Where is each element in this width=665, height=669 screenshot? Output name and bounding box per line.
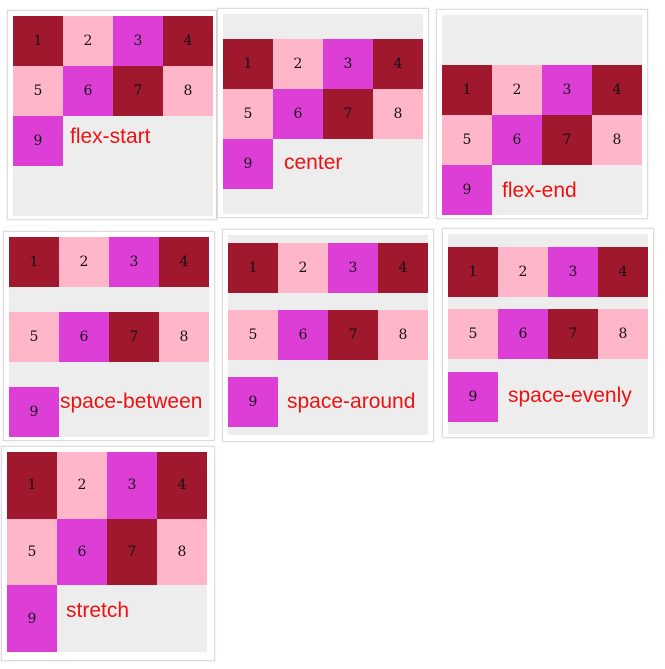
flex-item-3: 3 (113, 16, 163, 66)
flex-item-4: 4 (373, 39, 423, 89)
flex-item-9: 9 (442, 165, 492, 215)
flex-item-5: 5 (13, 66, 63, 116)
flex-container: 1234 5678 9 (13, 16, 213, 216)
panel-label: space-between (60, 390, 203, 413)
flex-item-5: 5 (9, 312, 59, 362)
flex-item-6: 6 (278, 309, 328, 360)
panel-label: stretch (66, 599, 130, 622)
panel-space-between: 1234 5678 9 space-between (3, 231, 215, 441)
flex-item-6: 6 (492, 115, 542, 165)
panel-flex-start: 1234 5678 9 flex-start (7, 10, 217, 220)
flex-item-2: 2 (63, 16, 113, 66)
flex-item-4: 4 (598, 246, 648, 297)
flex-item-3: 3 (107, 452, 157, 519)
flex-item-1: 1 (448, 246, 498, 297)
flex-item-9: 9 (228, 376, 278, 427)
flex-item-5: 5 (7, 518, 57, 586)
flex-item-2: 2 (57, 452, 107, 519)
flex-item-6: 6 (273, 89, 323, 139)
flex-item-3: 3 (328, 243, 378, 294)
flex-item-7: 7 (113, 66, 163, 116)
panel-label: space-evenly (508, 384, 632, 407)
flex-item-9: 9 (223, 139, 273, 189)
panel-label: flex-end (502, 179, 577, 202)
flex-item-4: 4 (592, 65, 642, 115)
panel-label: flex-start (70, 125, 151, 148)
flex-item-8: 8 (159, 312, 209, 362)
flex-item-1: 1 (9, 237, 59, 287)
flex-item-7: 7 (109, 312, 159, 362)
flex-item-1: 1 (13, 16, 63, 66)
panel-space-evenly: 1234 5678 9 space-evenly (442, 228, 654, 438)
flex-item-6: 6 (57, 518, 107, 586)
flex-item-5: 5 (442, 115, 492, 165)
flex-item-8: 8 (378, 309, 428, 360)
flex-item-5: 5 (228, 309, 278, 360)
flex-item-7: 7 (107, 518, 157, 586)
flex-item-9: 9 (448, 371, 498, 422)
panel-space-around: 1234 5678 9 space-around (222, 229, 434, 442)
flex-item-3: 3 (548, 246, 598, 297)
flex-item-7: 7 (323, 89, 373, 139)
panel-flex-end: 1234 5678 9 flex-end (436, 9, 648, 219)
flex-item-7: 7 (328, 309, 378, 360)
flex-item-9: 9 (7, 585, 57, 652)
panel-label: space-around (287, 390, 416, 413)
flex-item-1: 1 (7, 452, 57, 519)
flex-item-9: 9 (13, 116, 63, 166)
flex-container: 1234 5678 9 (223, 14, 423, 214)
flex-item-4: 4 (157, 452, 207, 519)
flex-item-8: 8 (157, 518, 207, 586)
panel-center: 1234 5678 9 center (217, 8, 429, 218)
flex-item-7: 7 (542, 115, 592, 165)
flex-item-7: 7 (548, 309, 598, 359)
flex-item-2: 2 (278, 243, 328, 294)
flex-item-8: 8 (592, 115, 642, 165)
flex-item-6: 6 (63, 66, 113, 116)
flex-item-1: 1 (442, 65, 492, 115)
flex-item-9: 9 (9, 387, 59, 437)
flex-item-2: 2 (492, 65, 542, 115)
flex-item-3: 3 (542, 65, 592, 115)
flex-item-6: 6 (498, 309, 548, 359)
panel-stretch: 1234 5678 9 stretch (1, 446, 215, 661)
flex-item-5: 5 (223, 89, 273, 139)
flex-item-3: 3 (323, 39, 373, 89)
flex-item-2: 2 (498, 246, 548, 297)
flex-item-1: 1 (228, 243, 278, 294)
flex-item-4: 4 (159, 237, 209, 287)
flex-item-2: 2 (273, 39, 323, 89)
panel-label: center (284, 151, 343, 174)
flex-item-3: 3 (109, 237, 159, 287)
flex-item-4: 4 (378, 243, 428, 294)
flex-item-2: 2 (59, 237, 109, 287)
flex-item-8: 8 (598, 309, 648, 359)
flex-item-1: 1 (223, 39, 273, 89)
flex-item-5: 5 (448, 309, 498, 359)
flex-item-8: 8 (163, 66, 213, 116)
flex-item-8: 8 (373, 89, 423, 139)
flex-item-4: 4 (163, 16, 213, 66)
flex-item-6: 6 (59, 312, 109, 362)
